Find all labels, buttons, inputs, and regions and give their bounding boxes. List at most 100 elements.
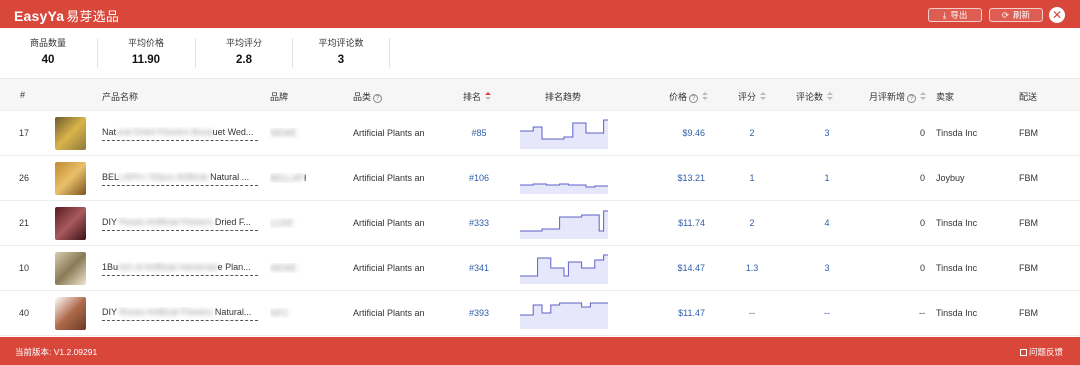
reviews-link[interactable]: 3 — [815, 128, 839, 138]
seller-name: Tinsda Inc — [936, 218, 978, 228]
rank-trend-sparkline[interactable] — [520, 299, 608, 329]
row-index: 26 — [19, 173, 30, 183]
refresh-button-label: 刷新 — [1013, 10, 1031, 20]
rank-link[interactable]: #393 — [464, 308, 494, 318]
seller-name: Joybuy — [936, 173, 965, 183]
product-name-link[interactable]: BELLAPH / 50pcs Artificial Natural ... — [102, 172, 258, 186]
sort-icon[interactable] — [485, 92, 492, 101]
stat-average-rating: 平均评分 2.8 — [222, 36, 266, 66]
row-index: 17 — [19, 128, 30, 138]
product-name-link[interactable]: 1Bunch of Artificial Handmade Plan... — [102, 262, 258, 276]
question-circle-icon[interactable]: ? — [373, 94, 383, 103]
table-row[interactable]: 26 BELLAPH / 50pcs Artificial Natural ...… — [0, 156, 1080, 201]
product-name-blurred: ural Dried Flowers Bouq — [116, 127, 213, 137]
export-button[interactable]: ⤓ 导出 — [928, 8, 982, 22]
product-name-link[interactable]: DIY Roses Artificial Flowers Natural... — [102, 307, 258, 321]
row-index: 40 — [19, 308, 30, 318]
monthly-new-reviews: 0 — [919, 128, 925, 138]
sort-icon[interactable] — [702, 92, 709, 101]
table-row[interactable]: 10 1Bunch of Artificial Handmade Plan... N… — [0, 246, 1080, 291]
question-circle-icon[interactable]: ? — [689, 94, 699, 103]
rank-trend-sparkline[interactable] — [520, 254, 608, 284]
product-name-text: BEL — [102, 172, 120, 182]
product-thumbnail[interactable] — [55, 207, 86, 240]
rank-link[interactable]: #85 — [464, 128, 494, 138]
rating-link[interactable]: 1.3 — [740, 263, 764, 273]
product-name-link[interactable]: DIY Roses Artificial Flowers Dried F... — [102, 217, 258, 231]
seller-name: Tinsda Inc — [936, 128, 978, 138]
refresh-button[interactable]: ⟳ 刷新 — [989, 8, 1043, 22]
price-link[interactable]: $11.47 — [650, 308, 705, 318]
rank-trend-sparkline[interactable] — [520, 209, 608, 239]
brand-text: H — [304, 173, 306, 183]
feedback-link[interactable]: 问题反馈 — [1020, 346, 1063, 358]
fulfillment-type: FBM — [1019, 218, 1038, 228]
rank-link[interactable]: #341 — [464, 263, 494, 273]
sort-icon[interactable] — [760, 92, 767, 101]
feedback-label: 问题反馈 — [1029, 347, 1064, 357]
stat-average-price: 平均价格 11.90 — [124, 36, 168, 66]
rank-trend-sparkline[interactable] — [520, 164, 608, 194]
stat-label: 平均评分 — [225, 38, 262, 48]
product-name-text: Nat — [102, 127, 117, 137]
product-name-blurred: nch of Artificial Handmad — [118, 262, 218, 272]
brand-blurred: NEWE — [270, 128, 297, 138]
reviews-link[interactable]: 1 — [815, 173, 839, 183]
stat-value: 2.8 — [236, 54, 252, 66]
column-fulfillment: 配送 — [1019, 92, 1038, 102]
price-link[interactable]: $13.21 — [650, 173, 705, 183]
price-link[interactable]: $14.47 — [650, 263, 705, 273]
reviews-link[interactable]: 4 — [815, 218, 839, 228]
product-thumbnail[interactable] — [55, 162, 86, 195]
product-name-text: Natural ... — [207, 172, 250, 182]
product-thumbnail[interactable] — [55, 252, 86, 285]
product-name-link[interactable]: Natural Dried Flowers Bouquet Wed... — [102, 127, 258, 141]
question-circle-icon[interactable]: ? — [907, 94, 917, 103]
column-monthly-new[interactable]: 月评新增? — [869, 90, 927, 103]
rank-link[interactable]: #333 — [464, 218, 494, 228]
column-rank[interactable]: 排名 — [463, 90, 492, 103]
column-rank-label: 排名 — [463, 92, 482, 102]
status-bar: 当前版本: V1.2.09291 问题反馈 — [0, 337, 1080, 365]
product-name-blurred: Roses Artificial Flowers — [116, 307, 213, 317]
price-link[interactable]: $11.74 — [650, 218, 705, 228]
price-link[interactable]: $9.46 — [650, 128, 705, 138]
divider — [292, 38, 293, 68]
stat-value: 11.90 — [131, 54, 161, 66]
brand-blurred: NEWE — [270, 263, 297, 273]
rank-link[interactable]: #106 — [464, 173, 494, 183]
column-price[interactable]: 价格? — [669, 90, 709, 103]
sort-icon[interactable] — [827, 92, 834, 101]
column-category-label: 品类 — [353, 92, 372, 102]
fulfillment-type: FBM — [1019, 263, 1038, 273]
reviews-link[interactable]: 3 — [815, 263, 839, 273]
column-rating-label: 评分 — [738, 92, 757, 102]
stat-value: 40 — [41, 54, 55, 66]
close-icon[interactable]: ✕ — [1049, 7, 1065, 23]
table-row[interactable]: 21 DIY Roses Artificial Flowers Dried F..… — [0, 201, 1080, 246]
brand-blurred: LUXE — [270, 218, 294, 228]
download-icon: ⤓ — [942, 10, 947, 20]
column-rating[interactable]: 评分 — [738, 90, 767, 103]
rating-link[interactable]: 2 — [740, 218, 764, 228]
rating-link[interactable]: -- — [740, 308, 764, 318]
table-row[interactable]: 40 DIY Roses Artificial Flowers Natural..… — [0, 291, 1080, 336]
stat-value: 3 — [337, 54, 345, 66]
rating-link[interactable]: 1 — [740, 173, 764, 183]
fulfillment-type: FBM — [1019, 128, 1038, 138]
monthly-new-reviews: -- — [919, 308, 925, 318]
product-name-text: DIY — [102, 307, 117, 317]
sort-icon[interactable] — [920, 92, 927, 101]
product-thumbnail[interactable] — [55, 117, 86, 150]
column-reviews[interactable]: 评论数 — [796, 90, 834, 103]
rating-link[interactable]: 2 — [740, 128, 764, 138]
version-label: 当前版本: V1.2.09291 — [15, 347, 98, 357]
table-row[interactable]: 17 Natural Dried Flowers Bouquet Wed... NE… — [0, 111, 1080, 156]
rank-trend-sparkline[interactable] — [520, 119, 608, 149]
column-rank-trend: 排名趋势 — [545, 92, 582, 102]
product-name-text: e Plan... — [217, 262, 251, 272]
product-thumbnail[interactable] — [55, 297, 86, 330]
divider — [195, 38, 196, 68]
reviews-link[interactable]: -- — [815, 308, 839, 318]
summary-stats: 商品数量 40 平均价格 11.90 平均评分 2.8 平均评论数 3 — [0, 28, 1080, 78]
